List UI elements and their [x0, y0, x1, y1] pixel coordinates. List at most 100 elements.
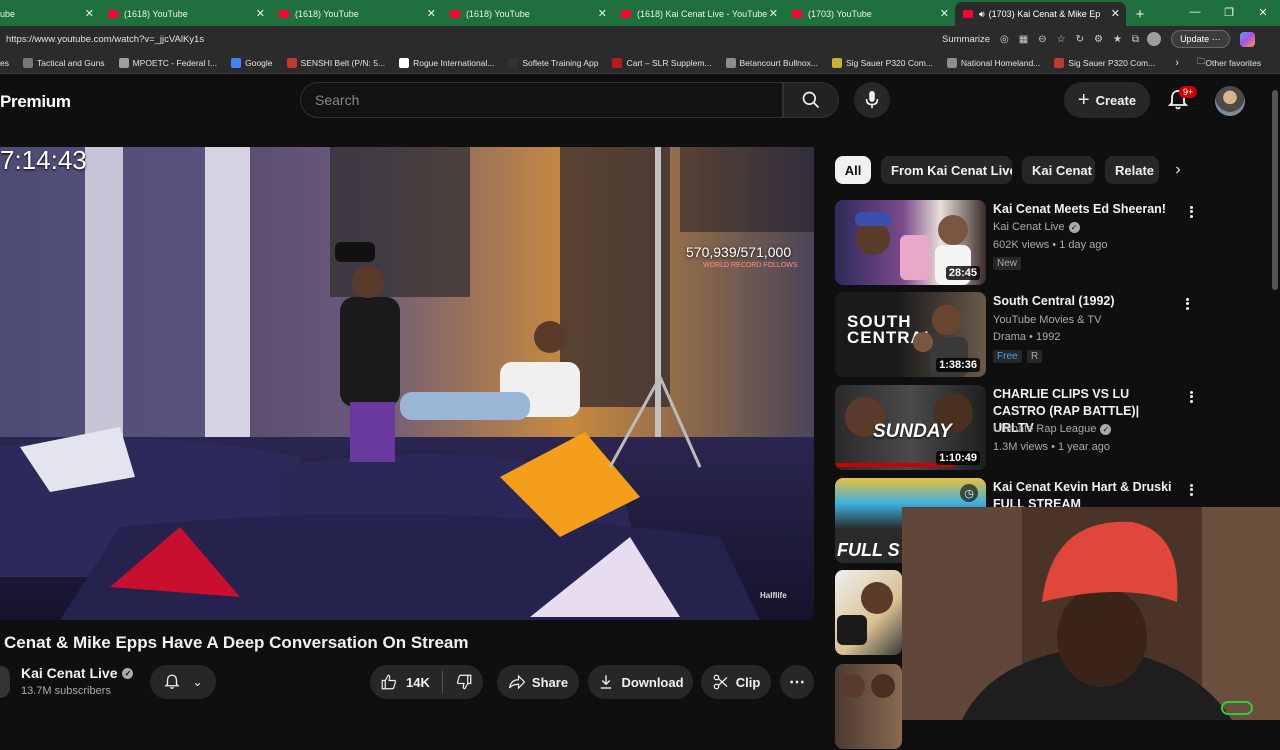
chip-all[interactable]: All [835, 156, 871, 184]
browser-tab-active[interactable]: 🔊︎ (1703) Kai Cenat & Mike Ep ✕ [955, 2, 1126, 26]
bookmark-label: Rogue International... [413, 57, 495, 68]
more-actions-button[interactable]: ⋯ [780, 665, 814, 699]
close-tab-icon[interactable]: ✕ [769, 7, 778, 20]
chip-kai-cenat[interactable]: Kai Cenat [1022, 156, 1095, 184]
bookmark-item[interactable]: Cart – SLR Supplem... [612, 57, 712, 68]
recommendation-title[interactable]: South Central (1992) [993, 293, 1183, 310]
video-thumbnail[interactable]: SOUTH CENTRAL 1:38:36 [835, 292, 986, 377]
bookmark-item[interactable]: Rogue International... [399, 57, 495, 68]
create-button[interactable]: + Create [1064, 82, 1150, 118]
browser-tab[interactable]: (1618) YouTube ✕ [100, 2, 271, 26]
share-button[interactable]: Share [497, 665, 579, 699]
bookmark-item[interactable]: SENSHI Belt (P/N: 5... [286, 57, 385, 68]
other-favorites-folder[interactable]: 🗀︎ Other favorites [1197, 56, 1261, 70]
bookmark-label: Tactical and Guns [36, 57, 105, 68]
recommendation-channel[interactable]: Kai Cenat Live ✓ [993, 221, 1080, 233]
tab-title: (1618) YouTube [466, 9, 530, 19]
speaker-icon[interactable]: 🔊︎ [979, 9, 985, 20]
more-vertical-icon[interactable] [1184, 481, 1198, 499]
browser-tab[interactable]: ube ✕ [0, 2, 100, 26]
more-vertical-icon[interactable] [1184, 203, 1198, 221]
recommendation-channel[interactable]: YouTube Movies & TV [993, 314, 1101, 326]
favorites-icon[interactable]: ★ [1113, 34, 1122, 45]
bookmark-item[interactable]: es [0, 58, 9, 68]
video-thumbnail[interactable] [835, 570, 902, 655]
chip-related[interactable]: Relate [1105, 156, 1159, 184]
youtube-favicon-icon [450, 10, 460, 18]
clip-button[interactable]: Clip [701, 665, 771, 699]
new-tab-button[interactable]: + [1126, 2, 1154, 26]
bookmark-item[interactable]: Google [231, 57, 273, 68]
video-player[interactable] [0, 147, 814, 620]
bookmark-item[interactable]: Sig Sauer P320 Com... [831, 57, 933, 68]
video-thumbnail[interactable]: SUNDAY 1:10:49 [835, 385, 986, 470]
bookmark-item[interactable]: Soflete Training App [508, 57, 599, 68]
summarize-button[interactable]: Summarize [942, 34, 990, 45]
more-vertical-icon[interactable] [1184, 388, 1198, 406]
recommendation-channel[interactable]: Ultimate Rap League ✓ [993, 423, 1112, 435]
close-window-icon[interactable]: ✕ [1246, 0, 1280, 24]
verified-check-icon: ✓ [1100, 423, 1112, 435]
tab-title: (1618) YouTube [295, 9, 359, 19]
bookmark-item[interactable]: Betancourt Bullnox... [725, 57, 818, 68]
browser-tab[interactable]: (1618) Kai Cenat Live - YouTube ✕ [613, 2, 784, 26]
voice-search-button[interactable] [854, 82, 890, 118]
zoom-icon[interactable]: ⊖ [1038, 34, 1046, 45]
update-button[interactable]: Update ⋯ [1171, 30, 1230, 48]
bookmarks-overflow-icon[interactable]: › [1175, 57, 1179, 69]
video-duration: 1:38:36 [936, 358, 980, 372]
bookmark-item[interactable]: Sig Sauer P320 Com... [1054, 57, 1155, 68]
youtube-premium-logo[interactable]: Premium [0, 92, 71, 112]
close-tab-icon[interactable]: ✕ [427, 7, 436, 20]
read-aloud-icon[interactable]: ▦ [1019, 34, 1028, 45]
like-button[interactable]: 14K [370, 671, 443, 693]
channel-avatar[interactable] [0, 666, 10, 698]
search-button[interactable] [783, 82, 839, 118]
close-tab-icon[interactable]: ✕ [256, 7, 265, 20]
download-icon [601, 675, 612, 689]
search-input[interactable]: Search [300, 82, 783, 118]
dislike-button[interactable] [443, 673, 473, 691]
extensions-icon[interactable]: ⚙ [1094, 34, 1103, 45]
video-thumbnail[interactable] [835, 664, 902, 749]
download-button[interactable]: Download [588, 665, 693, 699]
recommendation-item[interactable]: SOUTH CENTRAL 1:38:36 South Central (199… [835, 292, 1195, 378]
chevron-right-icon[interactable]: › [1166, 158, 1190, 182]
close-tab-icon[interactable]: ✕ [1111, 7, 1120, 20]
recommendation-item[interactable]: 28:45 Kai Cenat Meets Ed Sheeran! Kai Ce… [835, 200, 1195, 286]
refresh-icon[interactable]: ↻ [1076, 34, 1084, 45]
sub-counter-overlay: 570,939/571,000 [686, 244, 792, 260]
video-thumbnail[interactable]: 28:45 [835, 200, 986, 285]
close-tab-icon[interactable]: ✕ [85, 7, 94, 20]
page-scrollbar[interactable] [1272, 90, 1278, 290]
watch-later-icon[interactable]: ◷ [960, 484, 978, 502]
account-avatar[interactable] [1215, 86, 1245, 116]
sub-counter-caption: WORLD RECORD FOLLOWS [703, 262, 798, 269]
browser-tab[interactable]: (1703) YouTube ✕ [784, 2, 955, 26]
bookmark-favicon-icon [231, 57, 242, 68]
bookmark-label: Soflete Training App [522, 57, 599, 68]
maximize-icon[interactable]: ❐ [1212, 0, 1246, 24]
browser-profile-icon[interactable] [1147, 32, 1162, 46]
browser-tab[interactable]: (1618) YouTube ✕ [442, 2, 613, 26]
recommendation-item[interactable]: SUNDAY 1:10:49 CHARLIE CLIPS VS LU CASTR… [835, 385, 1195, 471]
favorite-star-icon[interactable]: ☆ [1057, 34, 1066, 45]
stream-timer-overlay: 7:14:43 [0, 145, 87, 175]
bookmark-item[interactable]: Tactical and Guns [22, 57, 105, 68]
bookmark-item[interactable]: National Homeland... [946, 57, 1040, 68]
copilot-sidebar-icon[interactable] [1239, 31, 1255, 47]
minimize-icon[interactable]: — [1178, 0, 1212, 24]
subscribed-notifications-button[interactable]: ⌄ [150, 665, 216, 699]
close-tab-icon[interactable]: ✕ [940, 7, 949, 20]
browser-tab[interactable]: (1618) YouTube ✕ [271, 2, 442, 26]
close-tab-icon[interactable]: ✕ [598, 7, 607, 20]
bookmark-item[interactable]: MPOETC - Federal I... [118, 57, 217, 68]
more-vertical-icon[interactable] [1180, 295, 1194, 313]
chip-from-kai-cenat-live[interactable]: From Kai Cenat Live [881, 156, 1012, 184]
copilot-icon[interactable]: ◎ [1000, 34, 1009, 45]
recommendation-title[interactable]: Kai Cenat Meets Ed Sheeran! [993, 201, 1183, 218]
channel-name[interactable]: Kai Cenat Live ✓ [21, 665, 134, 681]
scissors-icon [713, 674, 728, 690]
url-field[interactable]: https://www.youtube.com/watch?v=_jjcVAlK… [6, 34, 886, 45]
collections-icon[interactable]: ⧉ [1132, 34, 1139, 45]
